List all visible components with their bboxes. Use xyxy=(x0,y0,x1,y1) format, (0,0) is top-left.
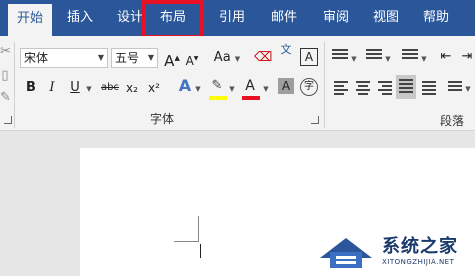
tab-help[interactable]: 帮助 xyxy=(414,0,458,36)
bold-button[interactable]: B xyxy=(24,78,38,98)
watermark-title: 系统之家 xyxy=(382,236,458,257)
font-name-dropdown[interactable]: 宋体 ▼ xyxy=(20,48,108,68)
text-effects-button[interactable]: A xyxy=(176,76,194,96)
superscript-button[interactable]: x² xyxy=(146,78,162,98)
character-border-label: A xyxy=(304,50,314,64)
font-color-dropdown[interactable]: ▼ xyxy=(262,78,270,98)
font-name-value: 宋体 xyxy=(24,51,49,65)
margin-corner-mark xyxy=(198,216,199,242)
increase-indent-icon[interactable]: ⇥ xyxy=(460,47,474,67)
group-separator xyxy=(324,42,325,128)
distributed-icon[interactable] xyxy=(422,79,436,99)
highlight-dropdown[interactable]: ▼ xyxy=(228,78,236,98)
copy-icon[interactable]: ▯ xyxy=(0,66,10,86)
align-right-icon[interactable] xyxy=(378,79,392,99)
multilevel-list-icon[interactable] xyxy=(402,47,418,67)
highlight-color-swatch xyxy=(209,96,227,100)
font-color-button[interactable]: A xyxy=(243,76,257,96)
chevron-down-icon: ▼ xyxy=(86,85,92,93)
change-case-label: Aa xyxy=(213,50,231,65)
line-spacing-dropdown[interactable]: ▼ xyxy=(464,78,472,98)
tab-mailings[interactable]: 邮件 xyxy=(262,0,306,36)
chevron-down-icon: ▼ xyxy=(263,85,269,93)
font-size-dropdown[interactable]: 五号 ▼ xyxy=(111,48,158,68)
change-case-button[interactable]: Aa ▼ xyxy=(212,48,242,68)
grow-font-button[interactable]: A▲ xyxy=(163,48,181,70)
underline-dropdown[interactable]: ▼ xyxy=(84,78,94,98)
align-center-icon[interactable] xyxy=(356,79,370,99)
cut-icon[interactable]: ✂ xyxy=(0,42,11,62)
margin-corner-mark xyxy=(174,241,199,242)
tab-review[interactable]: 审阅 xyxy=(314,0,358,36)
phonetic-label: 文 xyxy=(280,43,292,56)
font-color-swatch xyxy=(242,96,260,100)
grow-font-label: A xyxy=(164,52,175,70)
highlighter-icon[interactable]: ✎ xyxy=(209,76,225,96)
shrink-font-button[interactable]: A▼ xyxy=(184,49,200,69)
line-spacing-icon[interactable] xyxy=(448,79,462,99)
font-launcher-icon[interactable] xyxy=(311,116,319,124)
chevron-down-icon: ▼ xyxy=(97,53,104,62)
align-left-icon[interactable] xyxy=(334,79,348,99)
bullets-icon[interactable] xyxy=(332,47,348,67)
tab-home[interactable]: 开始 xyxy=(8,4,52,36)
ribbon-body: ✂ ▯ ✎ 宋体 ▼ 五号 ▼ A▲ A▼ Aa ▼ ⌫ 文 A B I U ▼… xyxy=(0,36,475,131)
chevron-down-icon: ▼ xyxy=(385,55,391,63)
chevron-down-icon: ▼ xyxy=(147,53,154,62)
phonetic-guide-button[interactable]: 文 xyxy=(277,43,295,69)
numbering-icon[interactable] xyxy=(366,47,382,67)
chevron-down-icon: ▼ xyxy=(195,85,201,93)
paragraph-group-label: 段落 xyxy=(440,114,465,128)
multilevel-dropdown[interactable]: ▼ xyxy=(420,48,428,68)
font-size-value: 五号 xyxy=(115,51,140,65)
text-cursor xyxy=(200,244,201,258)
chevron-down-icon: ▼ xyxy=(351,55,357,63)
decrease-indent-icon[interactable]: ⇤ xyxy=(438,47,454,67)
justify-icon[interactable] xyxy=(396,75,416,99)
ribbon-tab-bar: 开始 插入 设计 布局 引用 邮件 审阅 视图 帮助 xyxy=(0,0,475,36)
strikethrough-button[interactable]: abc xyxy=(100,78,120,98)
underline-button[interactable]: U xyxy=(68,78,82,98)
subscript-button[interactable]: x₂ xyxy=(124,78,140,98)
text-effects-dropdown[interactable]: ▼ xyxy=(194,78,202,98)
clipboard-launcher-icon[interactable] xyxy=(4,116,12,124)
character-border-button[interactable]: A xyxy=(300,48,318,66)
bullets-dropdown[interactable]: ▼ xyxy=(350,48,358,68)
chevron-down-icon: ▼ xyxy=(421,55,427,63)
chevron-down-icon: ▼ xyxy=(234,55,241,63)
character-shading-button[interactable]: A xyxy=(278,78,294,94)
tab-insert[interactable]: 插入 xyxy=(58,0,102,36)
clear-formatting-icon[interactable]: ⌫ xyxy=(254,48,272,68)
group-separator xyxy=(14,42,15,128)
format-painter-icon[interactable]: ✎ xyxy=(0,88,11,108)
house-logo-icon xyxy=(320,238,372,268)
layout-tab-highlight xyxy=(142,0,204,39)
chevron-down-icon: ▼ xyxy=(465,85,471,93)
tab-references[interactable]: 引用 xyxy=(210,0,254,36)
numbering-dropdown[interactable]: ▼ xyxy=(384,48,392,68)
shrink-font-label: A xyxy=(185,54,194,68)
italic-button[interactable]: I xyxy=(46,78,58,98)
enclose-characters-button[interactable]: 字 xyxy=(300,78,318,96)
watermark-subtitle: XITONGZHIJIA.NET xyxy=(382,258,455,266)
font-group-label: 字体 xyxy=(150,112,175,126)
chevron-down-icon: ▼ xyxy=(229,85,235,93)
tab-view[interactable]: 视图 xyxy=(364,0,408,36)
watermark-logo: 系统之家 XITONGZHIJIA.NET xyxy=(316,228,475,276)
